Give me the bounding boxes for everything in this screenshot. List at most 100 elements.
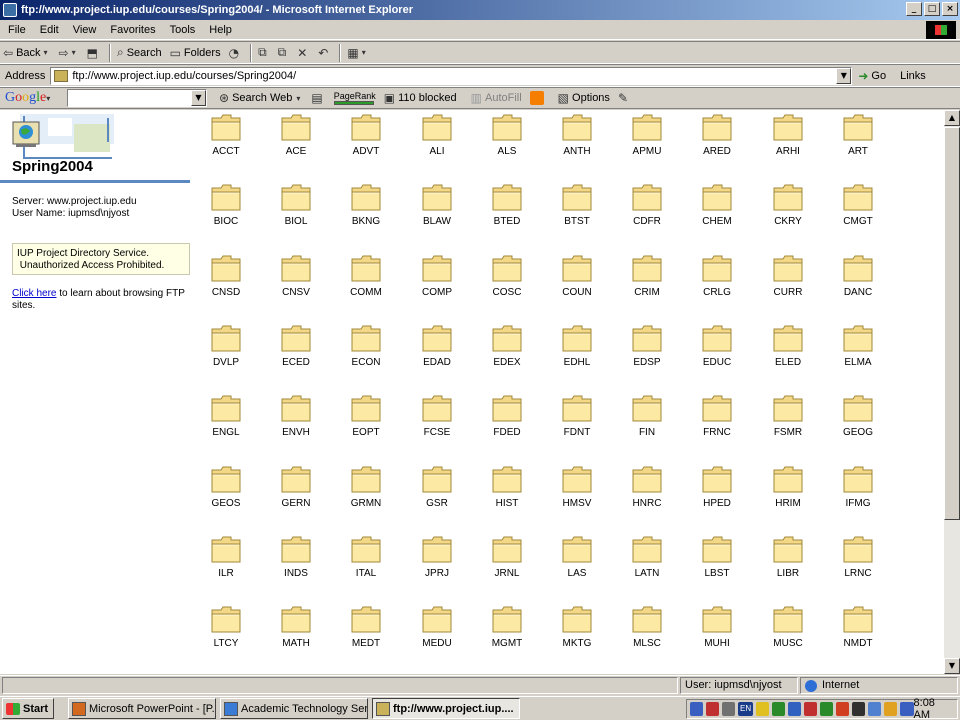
search-button[interactable]: ⌕ Search: [114, 43, 165, 63]
blogger-button[interactable]: [529, 91, 544, 105]
folder-item[interactable]: EOPT: [335, 391, 397, 451]
folder-item[interactable]: ILR: [195, 532, 257, 592]
start-button[interactable]: Start: [2, 698, 54, 719]
folder-item[interactable]: ANTH: [546, 110, 608, 170]
folder-item[interactable]: BLAW: [406, 180, 468, 240]
folder-item[interactable]: GRMN: [335, 462, 397, 522]
folder-item[interactable]: COUN: [546, 251, 608, 311]
folder-item[interactable]: FSMR: [757, 391, 819, 451]
folder-item[interactable]: DVLP: [195, 321, 257, 381]
folder-item[interactable]: GEOS: [195, 462, 257, 522]
folder-item[interactable]: ADVT: [335, 110, 397, 170]
vertical-scrollbar[interactable]: ▲ ▼: [944, 110, 960, 674]
task-ftp-window[interactable]: ftp://www.project.iup....: [372, 698, 520, 719]
folder-item[interactable]: ALI: [406, 110, 468, 170]
copy-to-button[interactable]: ⧉: [275, 43, 293, 63]
folder-item[interactable]: ARHI: [757, 110, 819, 170]
folder-item[interactable]: CKRY: [757, 180, 819, 240]
task-powerpoint[interactable]: Microsoft PowerPoint - [P...: [68, 698, 216, 719]
options-button[interactable]: ▧ Options: [558, 91, 610, 105]
tray-app-icon[interactable]: [756, 702, 770, 716]
folder-item[interactable]: EDEX: [476, 321, 538, 381]
tray-app-icon[interactable]: [820, 702, 834, 716]
menu-file[interactable]: File: [0, 24, 33, 36]
folder-item[interactable]: ELMA: [827, 321, 889, 381]
folder-item[interactable]: MGMT: [476, 602, 538, 662]
undo-button[interactable]: ↶: [315, 43, 334, 63]
folder-item[interactable]: EDSP: [616, 321, 678, 381]
folder-item[interactable]: ART: [827, 110, 889, 170]
menu-edit[interactable]: Edit: [33, 24, 66, 36]
address-dropdown-button[interactable]: ▼: [836, 67, 852, 84]
minimize-button[interactable]: _: [906, 2, 922, 16]
folder-item[interactable]: DANC: [827, 251, 889, 311]
folder-item[interactable]: LBST: [686, 532, 748, 592]
folder-item[interactable]: FRNC: [686, 391, 748, 451]
folder-item[interactable]: MATH: [265, 602, 327, 662]
popup-blocker-button[interactable]: ▣ 110 blocked: [384, 91, 457, 105]
folder-item[interactable]: GSR: [406, 462, 468, 522]
tray-app-icon[interactable]: [722, 702, 736, 716]
search-web-button[interactable]: ⊛ Search Web ▾: [219, 91, 303, 105]
folder-item[interactable]: HNRC: [616, 462, 678, 522]
folder-item[interactable]: EDUC: [686, 321, 748, 381]
folder-item[interactable]: IFMG: [827, 462, 889, 522]
folder-item[interactable]: COMM: [335, 251, 397, 311]
autofill-button[interactable]: ▥ AutoFill: [471, 91, 522, 105]
folder-item[interactable]: LRNC: [827, 532, 889, 592]
tray-app-icon[interactable]: [772, 702, 786, 716]
folder-item[interactable]: HIST: [476, 462, 538, 522]
folder-item[interactable]: COSC: [476, 251, 538, 311]
folder-item[interactable]: CURR: [757, 251, 819, 311]
language-indicator[interactable]: EN: [738, 702, 754, 716]
tray-app-icon[interactable]: [836, 702, 850, 716]
google-logo[interactable]: Google▾: [5, 90, 57, 106]
folder-item[interactable]: ECED: [265, 321, 327, 381]
folder-item[interactable]: LATN: [616, 532, 678, 592]
folder-item[interactable]: MLSC: [616, 602, 678, 662]
folder-item[interactable]: INDS: [265, 532, 327, 592]
folder-item[interactable]: MEDU: [406, 602, 468, 662]
folder-item[interactable]: LAS: [546, 532, 608, 592]
folder-item[interactable]: GERN: [265, 462, 327, 522]
folder-item[interactable]: ENGL: [195, 391, 257, 451]
folder-item[interactable]: ALS: [476, 110, 538, 170]
go-button[interactable]: ➜ Go: [858, 69, 886, 83]
folder-item[interactable]: HMSV: [546, 462, 608, 522]
folder-item[interactable]: BKNG: [335, 180, 397, 240]
folder-item[interactable]: CMGT: [827, 180, 889, 240]
news-button[interactable]: ▤: [311, 91, 325, 105]
scroll-up-button[interactable]: ▲: [944, 110, 960, 126]
folder-item[interactable]: CNSD: [195, 251, 257, 311]
scroll-thumb[interactable]: [944, 127, 960, 520]
menu-favorites[interactable]: Favorites: [103, 24, 162, 36]
folder-item[interactable]: MKTG: [546, 602, 608, 662]
google-search-input[interactable]: ▼: [67, 89, 207, 107]
folder-item[interactable]: FDED: [476, 391, 538, 451]
folder-item[interactable]: HPED: [686, 462, 748, 522]
folder-item[interactable]: BIOL: [265, 180, 327, 240]
links-button[interactable]: Links: [900, 70, 926, 82]
tray-app-icon[interactable]: [852, 702, 866, 716]
folder-item[interactable]: CDFR: [616, 180, 678, 240]
forward-button[interactable]: ⇨ ▾: [56, 43, 82, 63]
folder-item[interactable]: APMU: [616, 110, 678, 170]
tray-app-icon[interactable]: [690, 702, 704, 716]
google-search-dropdown[interactable]: ▼: [191, 90, 206, 106]
task-academic-technology[interactable]: Academic Technology Ser...: [220, 698, 368, 719]
click-here-link[interactable]: Click here: [12, 288, 56, 299]
folder-item[interactable]: COMP: [406, 251, 468, 311]
folder-item[interactable]: MEDT: [335, 602, 397, 662]
address-input[interactable]: ftp://www.project.iup.edu/courses/Spring…: [50, 66, 853, 85]
folder-item[interactable]: NMDT: [827, 602, 889, 662]
folder-item[interactable]: ITAL: [335, 532, 397, 592]
folder-item[interactable]: JPRJ: [406, 532, 468, 592]
tray-app-icon[interactable]: [900, 702, 914, 716]
folder-item[interactable]: ENVH: [265, 391, 327, 451]
folder-item[interactable]: LTCY: [195, 602, 257, 662]
tray-app-icon[interactable]: [788, 702, 802, 716]
folder-item[interactable]: ELED: [757, 321, 819, 381]
folder-item[interactable]: BIOC: [195, 180, 257, 240]
highlight-button[interactable]: ✎: [618, 91, 631, 105]
folder-item[interactable]: CNSV: [265, 251, 327, 311]
